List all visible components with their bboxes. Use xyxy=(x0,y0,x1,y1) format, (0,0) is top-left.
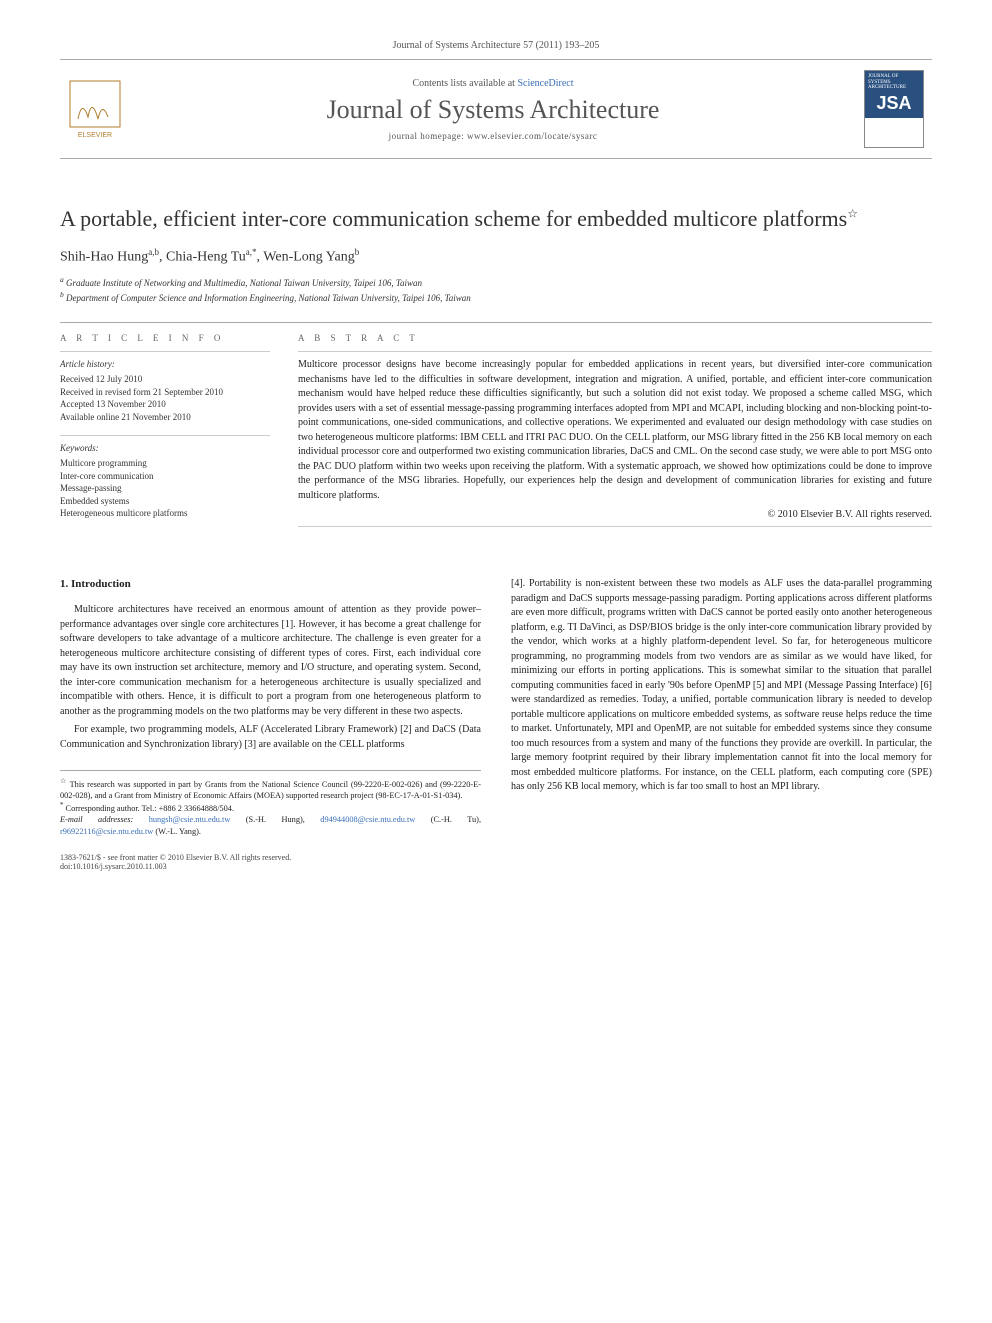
history-received: Received 12 July 2010 xyxy=(60,373,270,386)
keywords-block: Keywords: Multicore programming Inter-co… xyxy=(60,442,270,520)
cover-small-text: JOURNAL OF SYSTEMS ARCHITECTURE xyxy=(868,74,920,91)
info-abstract-row: A R T I C L E I N F O Article history: R… xyxy=(60,333,932,533)
email-1[interactable]: hungsh@csie.ntu.edu.tw xyxy=(149,815,231,824)
contents-available: Contents lists available at ScienceDirec… xyxy=(136,78,850,89)
history-block: Article history: Received 12 July 2010 R… xyxy=(60,358,270,423)
rule-1 xyxy=(60,322,932,323)
column-left: 1. Introduction Multicore architectures … xyxy=(60,577,481,836)
footer: 1383-7621/$ - see front matter © 2010 El… xyxy=(60,853,932,871)
affil-b-mark: b xyxy=(60,290,64,299)
authors-line: Shih-Hao Hunga,b, Chia-Heng Tua,*, Wen-L… xyxy=(60,247,932,266)
email-3[interactable]: r96922116@csie.ntu.edu.tw xyxy=(60,827,153,836)
author-3-marks: b xyxy=(355,247,360,257)
abstract-head: A B S T R A C T xyxy=(298,333,932,343)
corr-text: Corresponding author. Tel.: +886 2 33664… xyxy=(66,804,235,813)
header-center: Contents lists available at ScienceDirec… xyxy=(136,78,850,141)
elsevier-label: ELSEVIER xyxy=(78,132,112,139)
keyword-4: Embedded systems xyxy=(60,495,270,508)
page: Journal of Systems Architecture 57 (2011… xyxy=(0,0,992,901)
footer-issn: 1383-7621/$ - see front matter © 2010 El… xyxy=(60,853,932,862)
author-3: Wen-Long Yang xyxy=(263,249,354,264)
intro-p1: Multicore architectures have received an… xyxy=(60,603,481,719)
footnotes: ☆ This research was supported in part by… xyxy=(60,770,481,836)
journal-cover-icon: JOURNAL OF SYSTEMS ARCHITECTURE JSA xyxy=(864,70,924,148)
keyword-2: Inter-core communication xyxy=(60,470,270,483)
sciencedirect-link[interactable]: ScienceDirect xyxy=(517,78,573,89)
homepage-url[interactable]: www.elsevier.com/locate/sysarc xyxy=(467,131,597,141)
article-info-head: A R T I C L E I N F O xyxy=(60,333,270,343)
footnote-corresponding: * Corresponding author. Tel.: +886 2 336… xyxy=(60,801,481,814)
article-title: A portable, efficient inter-core communi… xyxy=(60,205,932,233)
history-revised: Received in revised form 21 September 20… xyxy=(60,386,270,399)
email-2-who: (C.-H. Tu) xyxy=(431,815,479,824)
history-accepted: Accepted 13 November 2010 xyxy=(60,398,270,411)
homepage-prefix: journal homepage: xyxy=(389,131,467,141)
abstract-copyright: © 2010 Elsevier B.V. All rights reserved… xyxy=(298,509,932,520)
cover-big-text: JSA xyxy=(865,93,923,114)
footnote-emails: E-mail addresses: hungsh@csie.ntu.edu.tw… xyxy=(60,814,481,836)
funding-text: This research was supported in part by G… xyxy=(60,780,481,800)
journal-title: Journal of Systems Architecture xyxy=(136,95,850,125)
abstract: A B S T R A C T Multicore processor desi… xyxy=(298,333,932,533)
title-funding-mark: ☆ xyxy=(847,207,858,221)
article-info: A R T I C L E I N F O Article history: R… xyxy=(60,333,270,533)
keyword-3: Message-passing xyxy=(60,482,270,495)
affil-a-text: Graduate Institute of Networking and Mul… xyxy=(66,278,422,288)
abstract-text: Multicore processor designs have become … xyxy=(298,358,932,503)
footnote-funding: ☆ This research was supported in part by… xyxy=(60,777,481,801)
elsevier-logo-icon: ELSEVIER xyxy=(68,79,122,139)
email-3-who: (W.-L. Yang) xyxy=(155,827,198,836)
section-1-head: 1. Introduction xyxy=(60,577,481,593)
citation-line: Journal of Systems Architecture 57 (2011… xyxy=(60,40,932,51)
email-1-who: (S.-H. Hung) xyxy=(246,815,303,824)
affil-a-mark: a xyxy=(60,275,64,284)
affiliations: a Graduate Institute of Networking and M… xyxy=(60,275,932,304)
history-head: Article history: xyxy=(60,358,270,371)
email-2[interactable]: d94944008@csie.ntu.edu.tw xyxy=(320,815,415,824)
keywords-head: Keywords: xyxy=(60,442,270,455)
keyword-1: Multicore programming xyxy=(60,457,270,470)
intro-p3: [4]. Portability is non-existent between… xyxy=(511,577,932,795)
journal-homepage: journal homepage: www.elsevier.com/locat… xyxy=(136,131,850,141)
title-text: A portable, efficient inter-core communi… xyxy=(60,206,847,231)
email-label: E-mail addresses: xyxy=(60,815,133,824)
corr-mark: * xyxy=(60,802,63,809)
author-2-marks: a,* xyxy=(246,247,257,257)
affiliation-a: a Graduate Institute of Networking and M… xyxy=(60,275,932,290)
history-online: Available online 21 November 2010 xyxy=(60,411,270,424)
author-1: Shih-Hao Hung xyxy=(60,249,148,264)
author-2: Chia-Heng Tu xyxy=(166,249,246,264)
footer-doi: doi:10.1016/j.sysarc.2010.11.003 xyxy=(60,862,932,871)
affiliation-b: b Department of Computer Science and Inf… xyxy=(60,290,932,305)
keyword-5: Heterogeneous multicore platforms xyxy=(60,507,270,520)
column-right: [4]. Portability is non-existent between… xyxy=(511,577,932,836)
journal-header: ELSEVIER Contents lists available at Sci… xyxy=(60,59,932,159)
body-columns: 1. Introduction Multicore architectures … xyxy=(60,577,932,836)
affil-b-text: Department of Computer Science and Infor… xyxy=(66,293,471,303)
contents-prefix: Contents lists available at xyxy=(412,78,517,89)
intro-p2: For example, two programming models, ALF… xyxy=(60,723,481,752)
funding-mark: ☆ xyxy=(60,778,67,785)
author-1-marks: a,b xyxy=(148,247,159,257)
